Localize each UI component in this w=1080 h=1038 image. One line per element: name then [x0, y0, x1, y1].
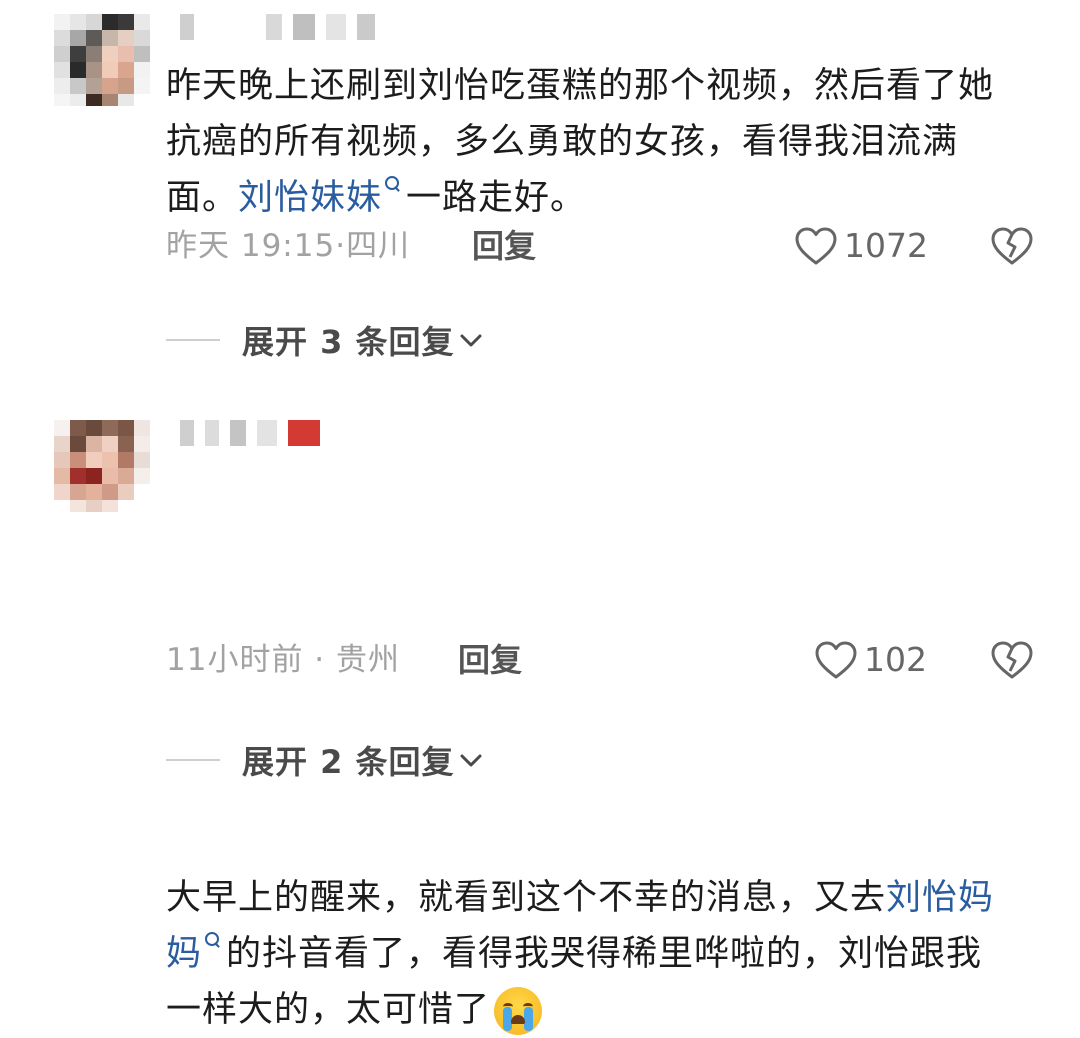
like-count: 102	[864, 640, 927, 679]
comment-text-after: 一路走好。	[406, 178, 587, 218]
mention-link[interactable]: 刘怡妹妹	[238, 178, 382, 218]
username-blurred[interactable]	[180, 14, 381, 44]
like-count: 1072	[844, 226, 928, 265]
comment-text-before: 大早上的醒来，就看到这个不幸的消息，又去	[166, 878, 887, 918]
search-icon[interactable]	[204, 930, 222, 956]
heart-outline-icon[interactable]	[814, 640, 858, 680]
chevron-down-icon[interactable]	[457, 326, 485, 354]
broken-heart-icon[interactable]	[990, 638, 1034, 682]
comment-meta: 昨天 19:15·四川	[166, 224, 410, 268]
username-blurred[interactable]	[180, 420, 326, 450]
broken-heart-icon[interactable]	[990, 224, 1034, 268]
expand-replies-label[interactable]: 展开 3 条回复	[242, 317, 455, 363]
comment-meta: 11小时前 · 贵州	[166, 638, 400, 682]
comment-time: 11小时前	[166, 642, 304, 678]
like-button[interactable]: 102	[814, 638, 927, 682]
comment-location: 贵州	[336, 642, 401, 678]
meta-separator: ·	[335, 228, 347, 264]
comment-text-after: 的抖音看了，看得我哭得稀里哗啦的，刘怡跟我一样大的，太可惜了	[166, 934, 983, 1030]
comment-text: 大早上的醒来，就看到这个不幸的消息，又去刘怡妈妈 的抖音看了，看得我哭得稀里哗啦的…	[166, 870, 1006, 1038]
like-button[interactable]: 1072	[794, 224, 928, 268]
divider	[166, 339, 220, 341]
avatar[interactable]	[54, 14, 150, 106]
heart-outline-icon[interactable]	[794, 226, 838, 266]
loudly-crying-face-emoji	[494, 987, 543, 1035]
divider	[166, 759, 220, 761]
comment-time: 昨天 19:15	[166, 228, 336, 264]
chevron-down-icon[interactable]	[457, 746, 485, 774]
reply-button[interactable]: 回复	[458, 638, 522, 682]
expand-replies[interactable]: 展开 3 条回复	[166, 318, 485, 362]
expand-replies-label[interactable]: 展开 2 条回复	[242, 737, 455, 783]
expand-replies[interactable]: 展开 2 条回复	[166, 738, 485, 782]
comment-text: 昨天晚上还刷到刘怡吃蛋糕的那个视频，然后看了她抗癌的所有视频，多么勇敢的女孩，看…	[166, 58, 1006, 226]
comment-location: 四川	[346, 228, 411, 264]
reply-button[interactable]: 回复	[472, 224, 536, 268]
search-icon[interactable]	[384, 174, 402, 200]
avatar[interactable]	[54, 420, 150, 512]
meta-separator: ·	[303, 642, 337, 678]
